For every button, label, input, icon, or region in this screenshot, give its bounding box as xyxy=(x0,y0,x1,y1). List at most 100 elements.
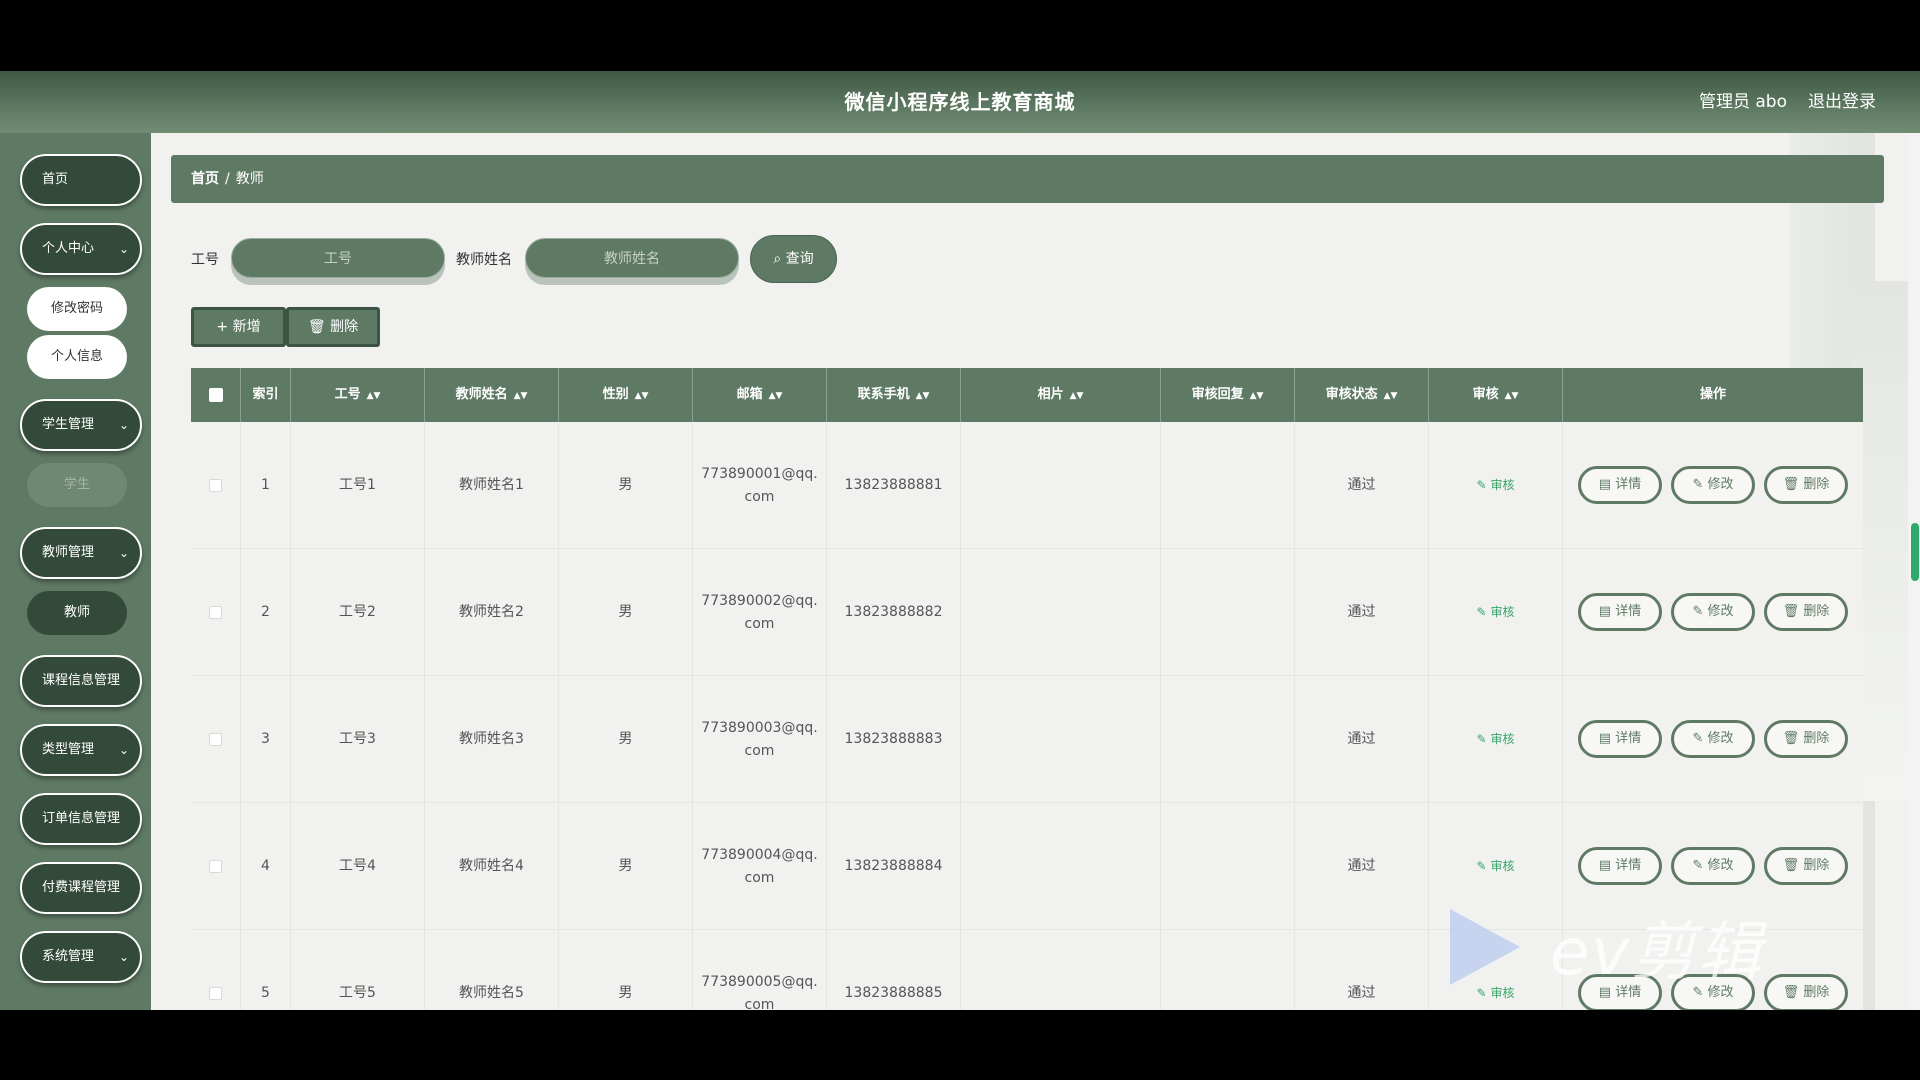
query-button[interactable]: ⌕ 查询 xyxy=(750,235,837,283)
audit-cell: ✎ 审核 xyxy=(1429,676,1563,803)
row-checkbox[interactable] xyxy=(209,479,222,492)
select-all-checkbox[interactable] xyxy=(208,387,223,402)
scrollbar[interactable] xyxy=(1908,133,1920,1010)
row-checkbox[interactable] xyxy=(209,860,222,873)
sidebar-item-teacher-mgmt[interactable]: 教师管理 ⌄ xyxy=(20,527,142,579)
delete-button[interactable]: 🗑 删除 xyxy=(1764,720,1848,758)
photo-cell xyxy=(961,803,1161,930)
sidebar-item-type-mgmt[interactable]: 类型管理 ⌄ xyxy=(20,724,142,776)
delete-button-label: 删除 xyxy=(1803,731,1830,746)
teacher-email: 773890001@qq. com xyxy=(701,463,817,509)
sidebar-item-paid-course-mgmt[interactable]: 付费课程管理 xyxy=(20,862,142,914)
delete-button[interactable]: 🗑 删除 xyxy=(1764,847,1848,885)
audit-status-cell: 通过 xyxy=(1295,422,1429,549)
teacher-name-search-input[interactable] xyxy=(525,238,739,278)
logout-link[interactable]: 退出登录 xyxy=(1808,71,1876,133)
sidebar-item-system-mgmt[interactable]: 系统管理 ⌄ xyxy=(20,931,142,983)
scrollbar-thumb[interactable] xyxy=(1911,523,1919,581)
col-header-id[interactable]: 工号 ▲▼ xyxy=(291,368,425,422)
col-header-audit-status[interactable]: 审核状态 ▲▼ xyxy=(1295,368,1429,422)
index-cell: 1 xyxy=(241,422,291,549)
table-row[interactable]: 1 工号1 教师姓名1 男 773890001@qq. com 13823888881 通过 ✎… xyxy=(191,422,1863,549)
index-cell: 3 xyxy=(241,676,291,803)
col-header-audit[interactable]: 审核 ▲▼ xyxy=(1429,368,1563,422)
teacher-id: 工号5 xyxy=(339,985,376,1001)
chevron-down-icon: ⌄ xyxy=(118,950,129,964)
breadcrumb-separator: / xyxy=(225,171,230,187)
edit-button[interactable]: ✎ 修改 xyxy=(1671,466,1755,504)
table-row[interactable]: 3 工号3 教师姓名3 男 773890003@qq. com 13823888883 通过 ✎… xyxy=(191,676,1863,803)
sidebar-subitem-teacher[interactable]: 教师 xyxy=(27,591,127,635)
detail-button[interactable]: ▤ 详情 xyxy=(1578,847,1662,885)
edit-button[interactable]: ✎ 修改 xyxy=(1671,720,1755,758)
edit-icon: ✎ xyxy=(1476,605,1487,619)
teacher-id: 工号2 xyxy=(339,604,376,620)
actions-cell: ▤ 详情 ✎ 修改 🗑 删除 xyxy=(1563,422,1863,549)
col-header-email[interactable]: 邮箱 ▲▼ xyxy=(693,368,827,422)
breadcrumb-home[interactable]: 首页 xyxy=(191,171,219,187)
edit-button[interactable]: ✎ 修改 xyxy=(1671,847,1755,885)
teacher-name-label: 教师姓名 xyxy=(456,252,512,268)
id-search-input[interactable] xyxy=(231,238,445,278)
audit-link[interactable]: ✎ 审核 xyxy=(1477,855,1515,878)
sort-icon[interactable]: ▲▼ xyxy=(1505,391,1519,401)
sidebar-subitem-student[interactable]: 学生 xyxy=(27,463,127,507)
col-header-phone[interactable]: 联系手机 ▲▼ xyxy=(827,368,961,422)
detail-button[interactable]: ▤ 详情 xyxy=(1578,466,1662,504)
add-button[interactable]: + 新增 xyxy=(191,307,286,347)
detail-button[interactable]: ▤ 详情 xyxy=(1578,720,1662,758)
col-header-label: 联系手机 xyxy=(857,387,910,402)
teacher-phone: 13823888882 xyxy=(844,604,943,620)
sidebar-subitem-personal-info[interactable]: 个人信息 xyxy=(27,335,127,379)
email-line: com xyxy=(744,615,775,632)
select-cell xyxy=(191,930,241,1010)
name-cell: 教师姓名2 xyxy=(425,549,559,676)
batch-delete-label: 删除 xyxy=(330,319,359,335)
chevron-down-icon: ⌄ xyxy=(118,743,129,757)
sort-icon[interactable]: ▲▼ xyxy=(1384,391,1398,401)
sidebar-item-order-mgmt[interactable]: 订单信息管理 xyxy=(20,793,142,845)
audit-link[interactable]: ✎ 审核 xyxy=(1477,601,1515,624)
detail-button[interactable]: ▤ 详情 xyxy=(1578,593,1662,631)
sort-icon[interactable]: ▲▼ xyxy=(635,391,649,401)
delete-button[interactable]: 🗑 删除 xyxy=(1764,466,1848,504)
document-icon: ▤ xyxy=(1598,858,1612,873)
col-header-gender[interactable]: 性别 ▲▼ xyxy=(559,368,693,422)
audit-link[interactable]: ✎ 审核 xyxy=(1477,474,1515,497)
index-cell: 4 xyxy=(241,803,291,930)
table-row[interactable]: 2 工号2 教师姓名2 男 773890002@qq. com 13823888882 通过 ✎… xyxy=(191,549,1863,676)
watermark-text: ev剪辑 xyxy=(1550,916,1764,990)
col-header-label: 性别 xyxy=(602,387,629,402)
sidebar-item-label: 课程信息管理 xyxy=(42,673,121,688)
teacher-name: 教师姓名3 xyxy=(459,731,524,747)
sort-icon[interactable]: ▲▼ xyxy=(769,391,783,401)
audit-link-label: 审核 xyxy=(1490,605,1515,619)
delete-button[interactable]: 🗑 删除 xyxy=(1764,593,1848,631)
sidebar-item-personal[interactable]: 个人中心 ⌄ xyxy=(20,223,142,275)
edit-icon: ✎ xyxy=(1692,477,1704,492)
audit-link[interactable]: ✎ 审核 xyxy=(1477,728,1515,751)
col-header-name[interactable]: 教师姓名 ▲▼ xyxy=(425,368,559,422)
row-checkbox[interactable] xyxy=(209,987,222,1000)
batch-delete-button[interactable]: 🗑 删除 xyxy=(286,307,380,347)
edit-button[interactable]: ✎ 修改 xyxy=(1671,593,1755,631)
teacher-id: 工号3 xyxy=(339,731,376,747)
col-header-audit-reply[interactable]: 审核回复 ▲▼ xyxy=(1161,368,1295,422)
sidebar-item-course-mgmt[interactable]: 课程信息管理 xyxy=(20,655,142,707)
row-checkbox[interactable] xyxy=(209,606,222,619)
sidebar-item-student-mgmt[interactable]: 学生管理 ⌄ xyxy=(20,399,142,451)
row-checkbox[interactable] xyxy=(209,733,222,746)
email-cell: 773890003@qq. com xyxy=(693,676,827,803)
sort-icon[interactable]: ▲▼ xyxy=(367,391,381,401)
sort-icon[interactable]: ▲▼ xyxy=(514,391,528,401)
row-index: 3 xyxy=(261,731,270,747)
sort-icon[interactable]: ▲▼ xyxy=(1250,391,1264,401)
table-header: 索引 工号 ▲▼ 教师姓名 ▲▼ 性别 ▲▼ 邮箱 ▲▼ 联系手机 ▲▼ 相片 ▲▼ 审核回… xyxy=(191,368,1863,422)
audit-status-cell: 通过 xyxy=(1295,930,1429,1010)
sort-icon[interactable]: ▲▼ xyxy=(1070,391,1084,401)
sort-icon[interactable]: ▲▼ xyxy=(916,391,930,401)
col-header-photo[interactable]: 相片 ▲▼ xyxy=(961,368,1161,422)
sidebar-item-home[interactable]: 首页 xyxy=(20,154,142,206)
sidebar-subitem-change-password[interactable]: 修改密码 xyxy=(27,287,127,331)
query-button-label: 查询 xyxy=(785,251,814,267)
